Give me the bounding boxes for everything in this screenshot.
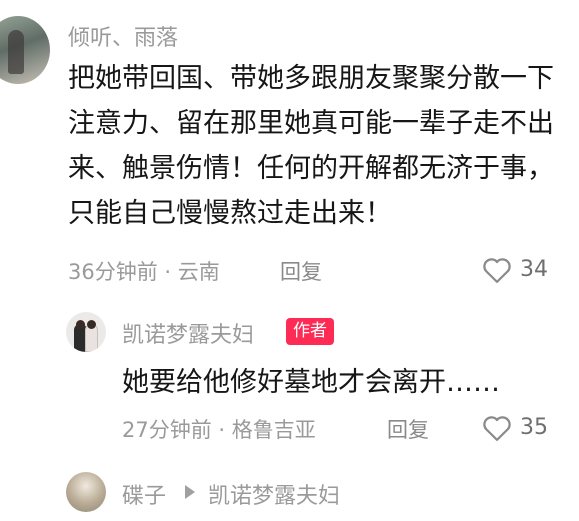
comment-author[interactable]: 凯诺梦露夫妇: [122, 317, 254, 349]
comment-line: 注意力、留在那里她真可能一辈子走不出: [68, 108, 554, 139]
like-count: 34: [520, 257, 548, 282]
comment-author[interactable]: 倾听、雨落: [68, 20, 178, 52]
avatar[interactable]: [66, 472, 106, 512]
author-badge: 作者: [286, 318, 334, 345]
reply-to-author[interactable]: 凯诺梦露夫妇: [208, 478, 340, 510]
comment-line: 把她带回国、带她多跟朋友聚聚分散一下: [68, 63, 554, 94]
avatar[interactable]: [66, 312, 106, 352]
heart-icon[interactable]: [482, 256, 512, 284]
comment-text: 把她带回国、带她多跟朋友聚聚分散一下 注意力、留在那里她真可能一辈子走不出 来、…: [68, 56, 554, 236]
reply-arrow-icon: [185, 485, 195, 499]
comment-line: 只能自己慢慢熬过走出来！: [68, 198, 392, 229]
comment-line: 来、触景伤情！任何的开解都无济于事，: [68, 153, 554, 184]
reply-button[interactable]: 回复: [280, 256, 322, 286]
like-count: 35: [520, 415, 548, 440]
comment-author[interactable]: 碟子: [122, 478, 166, 510]
reply-button[interactable]: 回复: [387, 414, 429, 444]
comment-time-location: 36分钟前 · 云南: [68, 260, 220, 284]
heart-icon[interactable]: [482, 414, 512, 442]
comment-time-location: 27分钟前 · 格鲁吉亚: [122, 418, 316, 442]
avatar[interactable]: [0, 16, 50, 84]
comment-line: 她要给他修好墓地才会离开……: [122, 367, 500, 398]
comment-text: 她要给他修好墓地才会离开……: [122, 360, 500, 405]
